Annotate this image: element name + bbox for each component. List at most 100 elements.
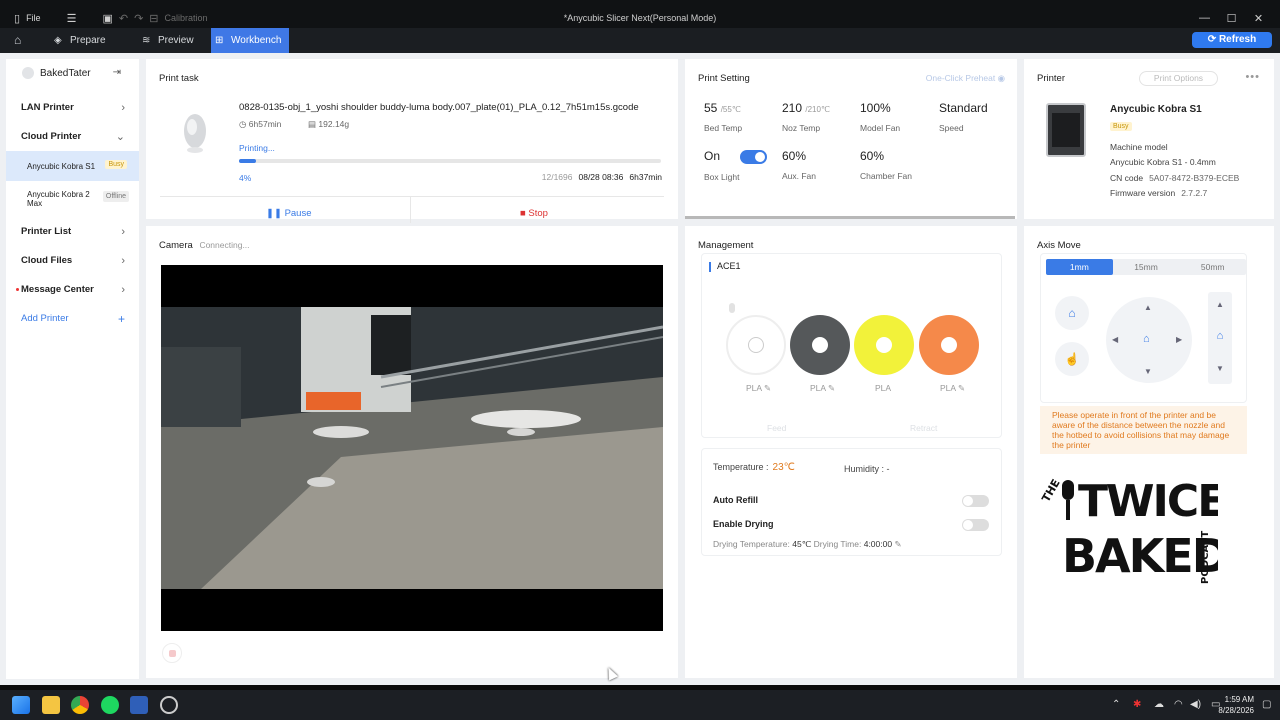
logout-icon[interactable]: ⇥ [113,67,121,78]
tray-app-icon[interactable]: ✱ [1133,690,1141,720]
z-plus-icon[interactable]: ▲ [1208,300,1232,309]
file-explorer-icon[interactable] [42,696,60,714]
firmware-value: 2.7.2.7 [1181,188,1208,198]
more-icon[interactable]: ••• [1245,71,1260,83]
box-light-toggle[interactable] [740,149,768,164]
chrome-icon[interactable] [71,696,89,714]
y-plus-icon[interactable]: ▲ [1144,303,1152,312]
retract-button[interactable]: Retract [910,423,937,433]
wifi-icon[interactable]: ◠ [1174,690,1183,720]
print-options-button[interactable]: Print Options [1139,71,1218,86]
box-light-value: On [704,149,721,163]
step-15mm[interactable]: 15mm [1113,259,1180,275]
onedrive-icon[interactable]: ☁ [1154,690,1164,720]
print-weight: ▤ 192.14g [308,119,349,130]
edit-icon[interactable]: ✎ [764,383,771,393]
edit-icon[interactable]: ✎ [894,539,901,549]
spotify-icon[interactable] [101,696,119,714]
x-plus-icon[interactable]: ▶ [1176,335,1182,344]
sidebar-item-cloud-printer[interactable]: Cloud Printer ⌄ [6,122,139,151]
z-minus-icon[interactable]: ▼ [1208,364,1232,373]
spool-slot-2[interactable] [790,315,850,375]
unlock-motors-icon[interactable]: ☝ [1055,342,1089,376]
sidebar-item-printer-list[interactable]: Printer List › [6,217,139,246]
auto-refill-label: Auto Refill [713,495,758,505]
tab-prepare[interactable]: ◈ Prepare [50,28,106,53]
tab-workbench[interactable]: ⊞ Workbench [211,28,290,53]
edit-icon[interactable]: ✎ [958,383,965,393]
printer-panel: Printer Print Options ••• Anycubic Kobra… [1024,59,1274,219]
feed-button[interactable]: Feed [767,423,786,433]
auto-refill-toggle[interactable] [962,495,989,507]
stop-button[interactable]: ■ Stop [520,208,548,219]
close-icon[interactable]: ✕ [1245,12,1272,25]
spool-slot-1[interactable] [726,315,786,375]
app-icon[interactable] [160,696,178,714]
system-clock[interactable]: 1:59 AM 8/28/2026 [1218,694,1254,716]
print-percent: 4% [239,173,252,183]
logo-twice: TWICE [1078,476,1218,527]
y-minus-icon[interactable]: ▼ [1144,367,1152,376]
home-xy-icon[interactable]: ⌂ [1143,333,1150,345]
clock-date: 8/28/2026 [1218,706,1254,715]
chamber-fan-value: 60% [860,149,885,163]
pause-label: Pause [284,208,312,219]
windows-start-icon[interactable] [12,696,30,714]
gcode-filename: 0828-0135-obj_1_yoshi shoulder buddy-lum… [239,102,639,113]
notification-icon[interactable]: ▢ [1262,690,1271,720]
step-1mm[interactable]: 1mm [1046,259,1113,275]
sidebar-item-message-center[interactable]: Message Center › [6,275,139,304]
home-all-icon[interactable]: ⌂ [1055,296,1089,330]
chevron-right-icon: › [121,101,125,114]
step-50mm[interactable]: 50mm [1179,259,1246,275]
nozzle-temp[interactable]: 210 /210℃ Noz Temp [782,101,830,133]
printer-entry-kobra-s1[interactable]: Anycubic Kobra S1 Busy [6,151,139,181]
speed-setting[interactable]: Standard Speed [939,101,988,133]
cn-code-label: CN code [1110,173,1144,183]
maximize-icon[interactable]: ☐ [1218,12,1245,25]
aux-fan-label: Aux. Fan [782,171,817,181]
horizontal-scrollbar[interactable] [685,216,1015,219]
xy-jog-pad[interactable]: ▲ ▼ ◀ ▶ ⌂ [1106,297,1192,383]
slot-2-material: PLA ✎ [810,383,835,394]
record-button[interactable] [162,643,182,663]
tab-preview[interactable]: ≋ Preview [138,28,194,53]
pause-button[interactable]: ❚❚ Pause [266,208,312,219]
spool-slot-4[interactable] [919,315,979,375]
aux-fan-value: 60% [782,149,807,163]
preheat-label: One-Click Preheat [925,73,996,83]
printer-entry-kobra-2-max[interactable]: Anycubic Kobra 2 Max Offline [6,181,139,217]
camera-header: Camera Connecting... [159,240,250,251]
tab-prepare-label: Prepare [70,35,106,46]
chamber-fan[interactable]: 60% Chamber Fan [860,149,912,181]
refresh-button[interactable]: ⟳ Refresh [1192,32,1272,48]
volume-icon[interactable]: ◀) [1190,690,1201,720]
model-fan[interactable]: 100% Model Fan [860,101,900,133]
one-click-preheat-button[interactable]: One-Click Preheat ◉ [926,73,1005,84]
spool-marker-icon [729,303,735,313]
speed-value: Standard [939,101,988,115]
x-minus-icon[interactable]: ◀ [1112,335,1118,344]
edit-icon[interactable]: ✎ [828,383,835,393]
anycubic-slicer-icon[interactable] [130,696,148,714]
cn-code-value: 5A07-8472-B379-ECEB [1149,173,1240,183]
add-printer-button[interactable]: Add Printer + [6,304,139,333]
minimize-icon[interactable]: — [1191,12,1218,24]
tray-chevron-icon[interactable]: ⌃ [1112,690,1120,720]
machine-model-label: Machine model [1110,142,1168,152]
sidebar-item-cloud-files[interactable]: Cloud Files › [6,246,139,275]
taskbar: ⌃ ✱ ☁ ◠ ◀) ▭ 1:59 AM 8/28/2026 ▢ [0,690,1280,720]
material-label: PLA [875,383,892,393]
print-duration: ◷ 6h57min [239,119,281,130]
bed-temp[interactable]: 55 /55℃ Bed Temp [704,101,742,133]
home-z-icon[interactable]: ⌂ [1208,330,1232,342]
home-icon[interactable]: ⌂ [14,33,30,49]
spool-slot-3[interactable] [854,315,914,375]
enable-drying-toggle[interactable] [962,519,989,531]
sidebar-item-lan-printer[interactable]: LAN Printer › [6,93,139,122]
aux-fan[interactable]: 60% Aux. Fan [782,149,816,181]
printer-list-label: Printer List [21,226,72,237]
chevron-right-icon: › [121,225,125,238]
print-setting-header: Print Setting [698,73,750,84]
humidity-readout: Humidity : - [844,464,890,474]
